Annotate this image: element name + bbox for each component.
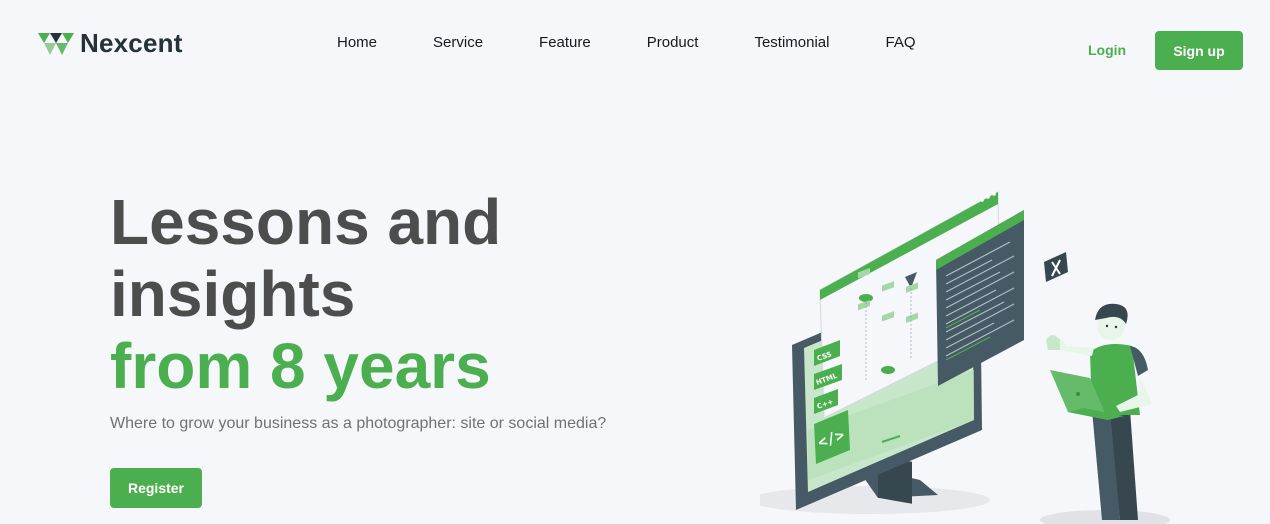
hero-title: Lessons and insights from 8 years xyxy=(110,186,501,402)
brand-logo[interactable]: Nexcent xyxy=(38,28,183,59)
login-link[interactable]: Login xyxy=(1088,42,1126,58)
nav-item-home[interactable]: Home xyxy=(337,34,377,51)
signup-button[interactable]: Sign up xyxy=(1155,31,1243,70)
site-header: Nexcent Home Service Feature Product Tes… xyxy=(0,0,1270,90)
brand-name: Nexcent xyxy=(80,28,183,58)
nav-item-feature[interactable]: Feature xyxy=(539,34,591,51)
main-nav: Home Service Feature Product Testimonial… xyxy=(337,34,916,51)
hero-title-line-2: insights xyxy=(110,258,356,330)
hero-title-highlight: from 8 years xyxy=(110,330,491,402)
nav-item-product[interactable]: Product xyxy=(647,34,699,51)
hero-subtitle: Where to grow your business as a photogr… xyxy=(110,415,607,432)
nav-item-testimonial[interactable]: Testimonial xyxy=(754,34,829,51)
hero-title-line-1: Lessons and xyxy=(110,186,502,258)
nav-item-faq[interactable]: FAQ xyxy=(885,34,915,51)
developer-illustration: CSS HTML C++ </> xyxy=(760,191,1170,524)
nav-item-service[interactable]: Service xyxy=(433,34,483,51)
person-figure xyxy=(1046,303,1152,520)
triangle-logo-icon xyxy=(38,32,74,55)
register-button[interactable]: Register xyxy=(110,468,202,508)
close-icon xyxy=(1044,252,1068,282)
